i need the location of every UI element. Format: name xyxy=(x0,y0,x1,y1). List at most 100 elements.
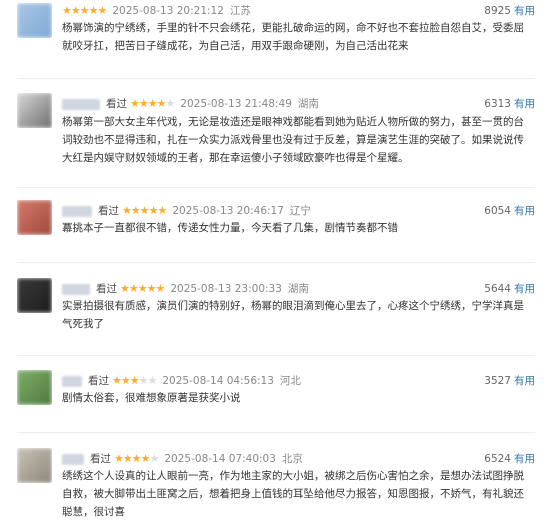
vote-count: 8925 xyxy=(484,5,511,17)
star-icon: ★ xyxy=(79,4,90,17)
avatar-image xyxy=(17,3,52,38)
review-meta: 看过 ★★★★★ 2025-08-14 04:56:13 河北 xyxy=(62,373,301,389)
vote-area: 5644 有用 xyxy=(484,281,535,297)
vote-area: 6524 有用 xyxy=(484,451,535,467)
vote-count: 6524 xyxy=(484,453,511,465)
rating-stars: ★★★★★ xyxy=(122,203,168,219)
watch-status: 看过 xyxy=(90,453,111,465)
star-icon: ★ xyxy=(114,452,124,465)
watch-status: 看过 xyxy=(88,375,109,387)
useful-button[interactable]: 有用 xyxy=(514,205,535,217)
star-icon: ★ xyxy=(146,282,157,295)
vote-area: 6054 有用 xyxy=(484,203,535,219)
avatar[interactable] xyxy=(17,200,52,235)
star-icon: ★ xyxy=(131,452,142,465)
useful-button[interactable]: 有用 xyxy=(514,5,535,17)
watch-status: 看过 xyxy=(98,205,119,217)
star-icon: ★ xyxy=(122,452,133,465)
review-time: 2025-08-14 04:56:13 xyxy=(162,375,274,387)
watch-status: 看过 xyxy=(106,98,127,110)
star-icon: ★ xyxy=(112,374,122,387)
star-icon: ★ xyxy=(120,374,131,387)
username-blurred[interactable] xyxy=(62,205,92,217)
divider xyxy=(17,432,535,433)
avatar[interactable] xyxy=(17,448,52,483)
vote-count: 5644 xyxy=(484,283,511,295)
avatar-image xyxy=(17,200,52,235)
star-icon: ★ xyxy=(130,204,141,217)
avatar[interactable] xyxy=(17,370,52,405)
star-icon: ★ xyxy=(129,374,140,387)
star-icon: ★ xyxy=(130,97,140,110)
review-meta: 看过 ★★★★★ 2025-08-13 21:48:49 湖南 xyxy=(62,96,319,112)
vote-count: 6313 xyxy=(484,98,511,110)
star-icon: ★ xyxy=(120,282,130,295)
divider xyxy=(17,187,535,188)
star-icon: ★ xyxy=(70,4,81,17)
username-blurred[interactable] xyxy=(62,98,100,110)
star-icon: ★ xyxy=(147,97,158,110)
review-time: 2025-08-13 20:21:12 xyxy=(112,5,224,17)
review-meta: ★★★★★ 2025-08-13 20:21:12 江苏 xyxy=(62,3,251,19)
review-content: 绣绣这个人设真的让人眼前一亮，作为地主家的大小姐，被绑之后伤心害怕之余，是想办法… xyxy=(62,470,524,518)
star-icon: ★ xyxy=(128,282,139,295)
divider xyxy=(17,262,535,263)
star-icon: ★ xyxy=(156,97,167,110)
review-location: 湖南 xyxy=(287,283,309,295)
star-icon: ★ xyxy=(137,282,148,295)
star-icon: ★ xyxy=(139,204,150,217)
useful-button[interactable]: 有用 xyxy=(514,283,535,295)
avatar[interactable] xyxy=(17,3,52,38)
star-icon: ★ xyxy=(147,374,158,387)
review-location: 辽宁 xyxy=(289,205,311,217)
star-icon: ★ xyxy=(165,97,176,110)
vote-area: 6313 有用 xyxy=(484,96,535,112)
review-time: 2025-08-14 07:40:03 xyxy=(164,453,276,465)
rating-stars: ★★★★★ xyxy=(130,96,176,112)
review-content: 剧情太俗套，很难想象原著是获奖小说 xyxy=(62,392,241,404)
avatar-image xyxy=(17,370,52,405)
review-time: 2025-08-13 21:48:49 xyxy=(180,98,292,110)
divider xyxy=(17,78,535,79)
useful-button[interactable]: 有用 xyxy=(514,98,535,110)
rating-stars: ★★★★★ xyxy=(114,451,160,467)
username-blurred[interactable] xyxy=(62,453,84,465)
review-location: 北京 xyxy=(281,453,303,465)
star-icon: ★ xyxy=(138,97,149,110)
star-icon: ★ xyxy=(122,204,132,217)
star-icon: ★ xyxy=(62,4,72,17)
review-location: 湖南 xyxy=(297,98,319,110)
star-icon: ★ xyxy=(148,204,159,217)
star-icon: ★ xyxy=(97,4,108,17)
star-icon: ★ xyxy=(155,282,166,295)
review-location: 江苏 xyxy=(229,5,251,17)
rating-stars: ★★★★★ xyxy=(120,281,166,297)
star-icon: ★ xyxy=(140,452,151,465)
username-blurred[interactable] xyxy=(62,283,90,295)
vote-count: 6054 xyxy=(484,205,511,217)
review-meta: 看过 ★★★★★ 2025-08-13 23:00:33 湖南 xyxy=(62,281,309,297)
username-blurred[interactable] xyxy=(62,375,82,387)
avatar-image xyxy=(17,278,52,313)
watch-status: 看过 xyxy=(96,283,117,295)
star-icon: ★ xyxy=(149,452,160,465)
review-content: 杨幂第一部大女主年代戏，无论是妆造还是眼神戏都能看到她为贴近人物所做的努力，甚至… xyxy=(62,116,524,164)
review-time: 2025-08-13 23:00:33 xyxy=(170,283,282,295)
review-time: 2025-08-13 20:46:17 xyxy=(172,205,284,217)
review-content: 杨幂饰演的宁绣绣，手里的针不只会绣花，更能扎破命运的网，命不好也不套拉脸自怨自艾… xyxy=(62,22,524,52)
star-icon: ★ xyxy=(88,4,99,17)
useful-button[interactable]: 有用 xyxy=(514,375,535,387)
review-content: 实景拍摄很有质感，演员们演的特别好，杨幂的眼泪滴到俺心里去了，心疼这个宁绣绣，宁… xyxy=(62,300,524,330)
review-location: 河北 xyxy=(279,375,301,387)
review-meta: 看过 ★★★★★ 2025-08-14 07:40:03 北京 xyxy=(62,451,303,467)
review-meta: 看过 ★★★★★ 2025-08-13 20:46:17 辽宁 xyxy=(62,203,311,219)
rating-stars: ★★★★★ xyxy=(62,3,108,19)
vote-area: 3527 有用 xyxy=(484,373,535,389)
avatar-image xyxy=(17,448,52,483)
avatar[interactable] xyxy=(17,93,52,128)
divider xyxy=(17,355,535,356)
useful-button[interactable]: 有用 xyxy=(514,453,535,465)
star-icon: ★ xyxy=(157,204,168,217)
vote-count: 3527 xyxy=(484,375,511,387)
avatar[interactable] xyxy=(17,278,52,313)
